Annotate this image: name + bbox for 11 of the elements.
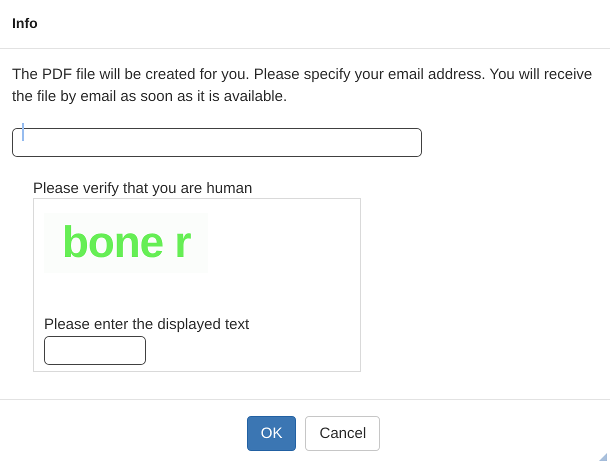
captcha-field[interactable]: [44, 336, 146, 365]
email-field[interactable]: [12, 128, 422, 157]
cancel-button[interactable]: Cancel: [305, 416, 380, 451]
captcha-label: Please verify that you are human: [33, 180, 254, 198]
resize-grip-icon[interactable]: [599, 453, 607, 461]
message-text: The PDF file will be created for you. Please specify your email address. You will receive the file by email as soon as it is available.: [12, 65, 594, 107]
dialog-title: Info: [12, 15, 38, 31]
ok-button[interactable]: OK: [246, 416, 296, 451]
captcha-image: bone r: [44, 213, 208, 273]
captcha-prompt: Please enter the displayed text: [44, 316, 250, 334]
text-cursor: [22, 123, 24, 141]
